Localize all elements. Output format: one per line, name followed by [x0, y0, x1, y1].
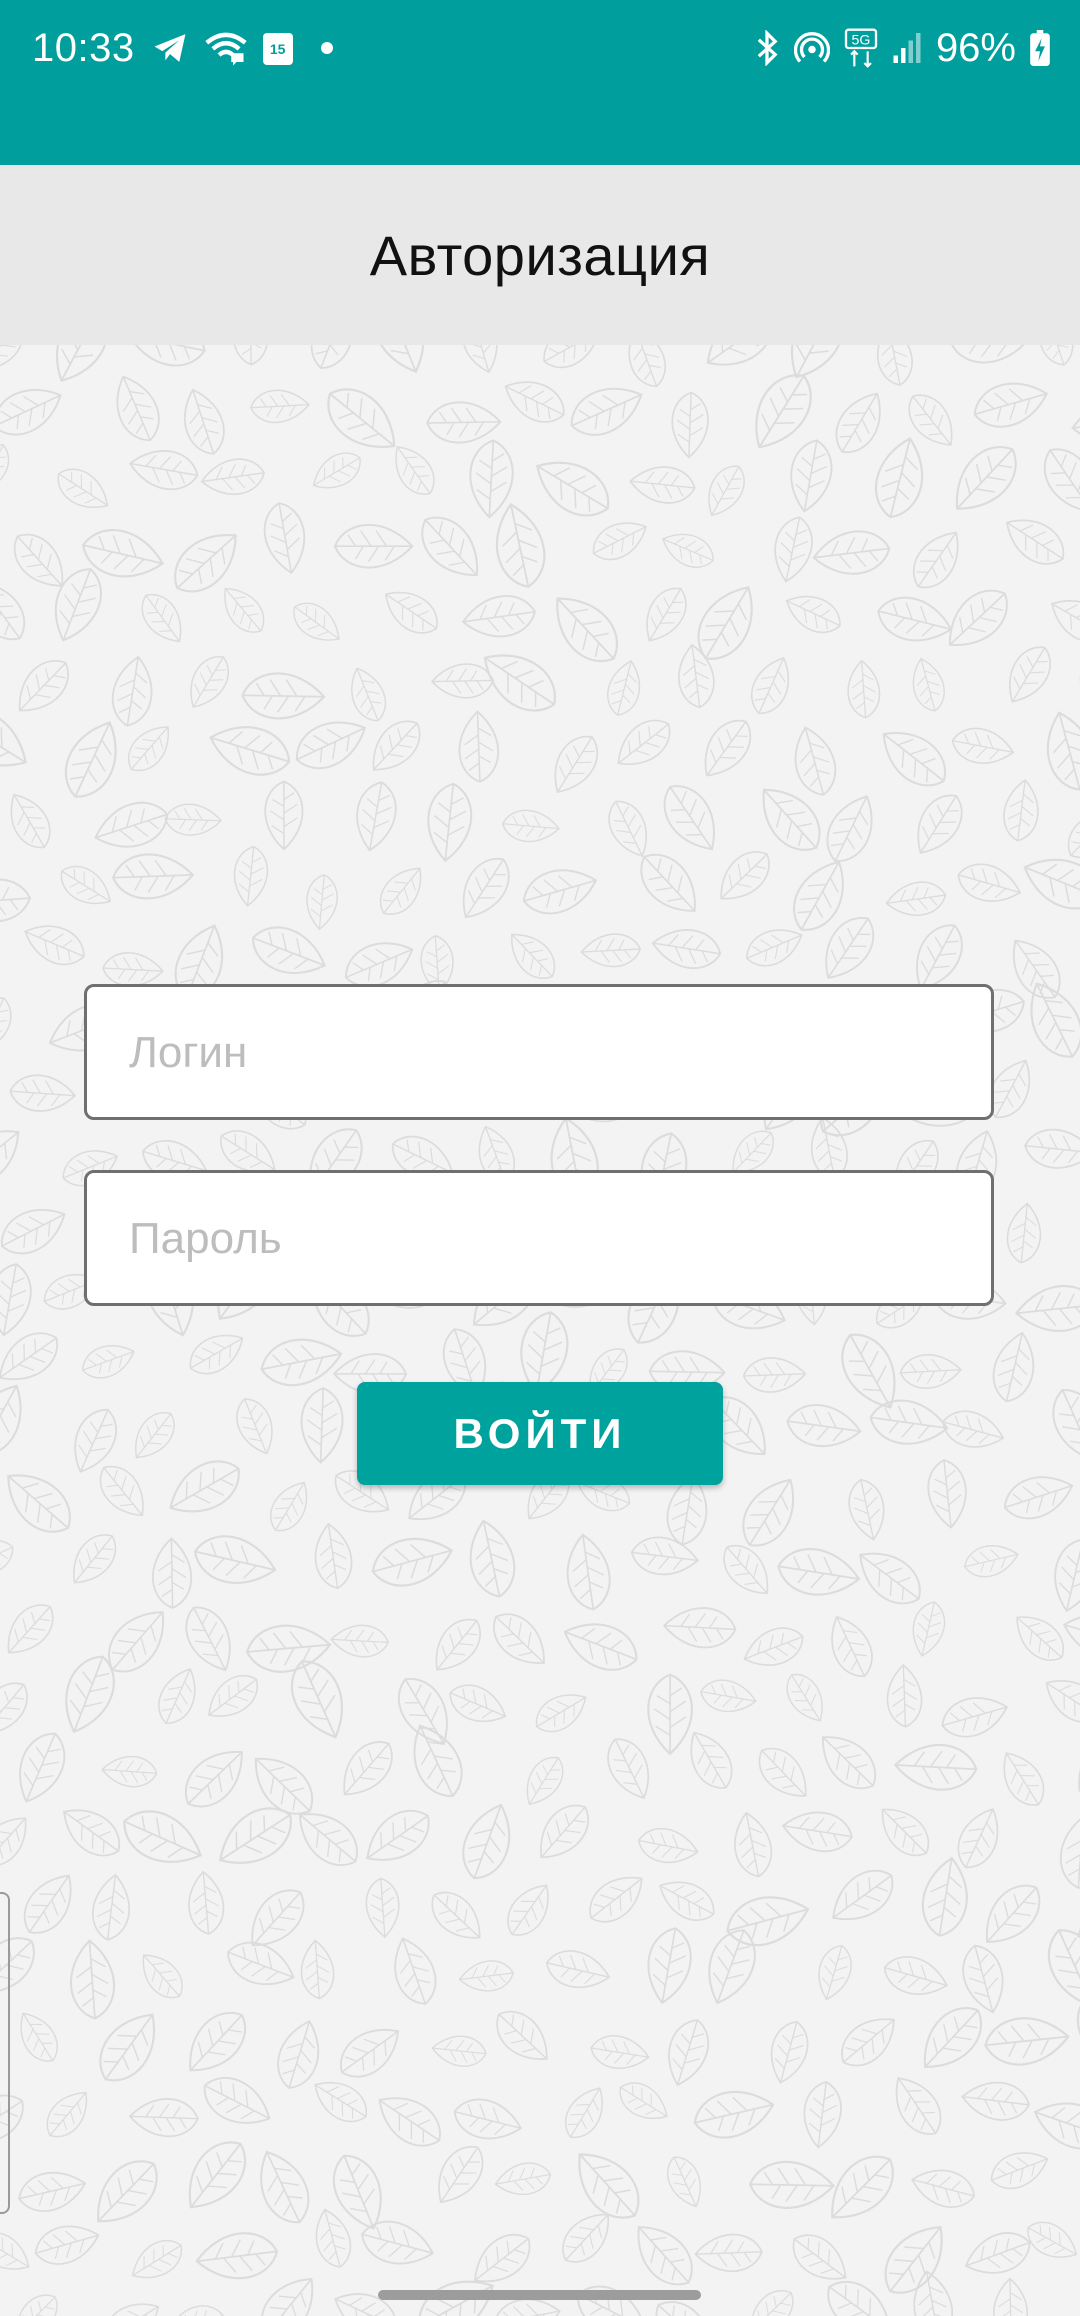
signal-icon: [892, 31, 922, 65]
battery-percent: 96%: [935, 25, 1016, 70]
status-time: 10:33: [32, 25, 135, 70]
password-field[interactable]: [84, 1170, 994, 1306]
bluetooth-icon: [754, 30, 780, 66]
home-indicator[interactable]: [378, 2290, 701, 2300]
page-title: Авторизация: [369, 223, 711, 287]
leaf-pattern: [0, 345, 1080, 2316]
leaf-pattern-background: [0, 345, 1080, 2316]
battery-charging-icon: [1030, 30, 1050, 66]
password-input[interactable]: [127, 1173, 951, 1305]
5g-icon: 5G: [844, 28, 878, 68]
wifi-calling-icon: [204, 30, 247, 66]
status-bar: 10:33 15 5G 96%: [0, 0, 1080, 165]
hotspot-icon: [793, 30, 830, 66]
login-input[interactable]: [127, 987, 951, 1119]
login-field[interactable]: [84, 984, 994, 1120]
notification-dot-icon: [320, 42, 333, 54]
calendar-day: 15: [262, 33, 293, 65]
edge-panel-handle[interactable]: [0, 1892, 10, 2214]
calendar-icon: 15: [262, 32, 293, 65]
login-button[interactable]: ВОЙТИ: [357, 1382, 723, 1485]
network-label: 5G: [851, 33, 870, 49]
telegram-icon: [151, 31, 189, 65]
app-header: Авторизация: [0, 165, 1080, 345]
